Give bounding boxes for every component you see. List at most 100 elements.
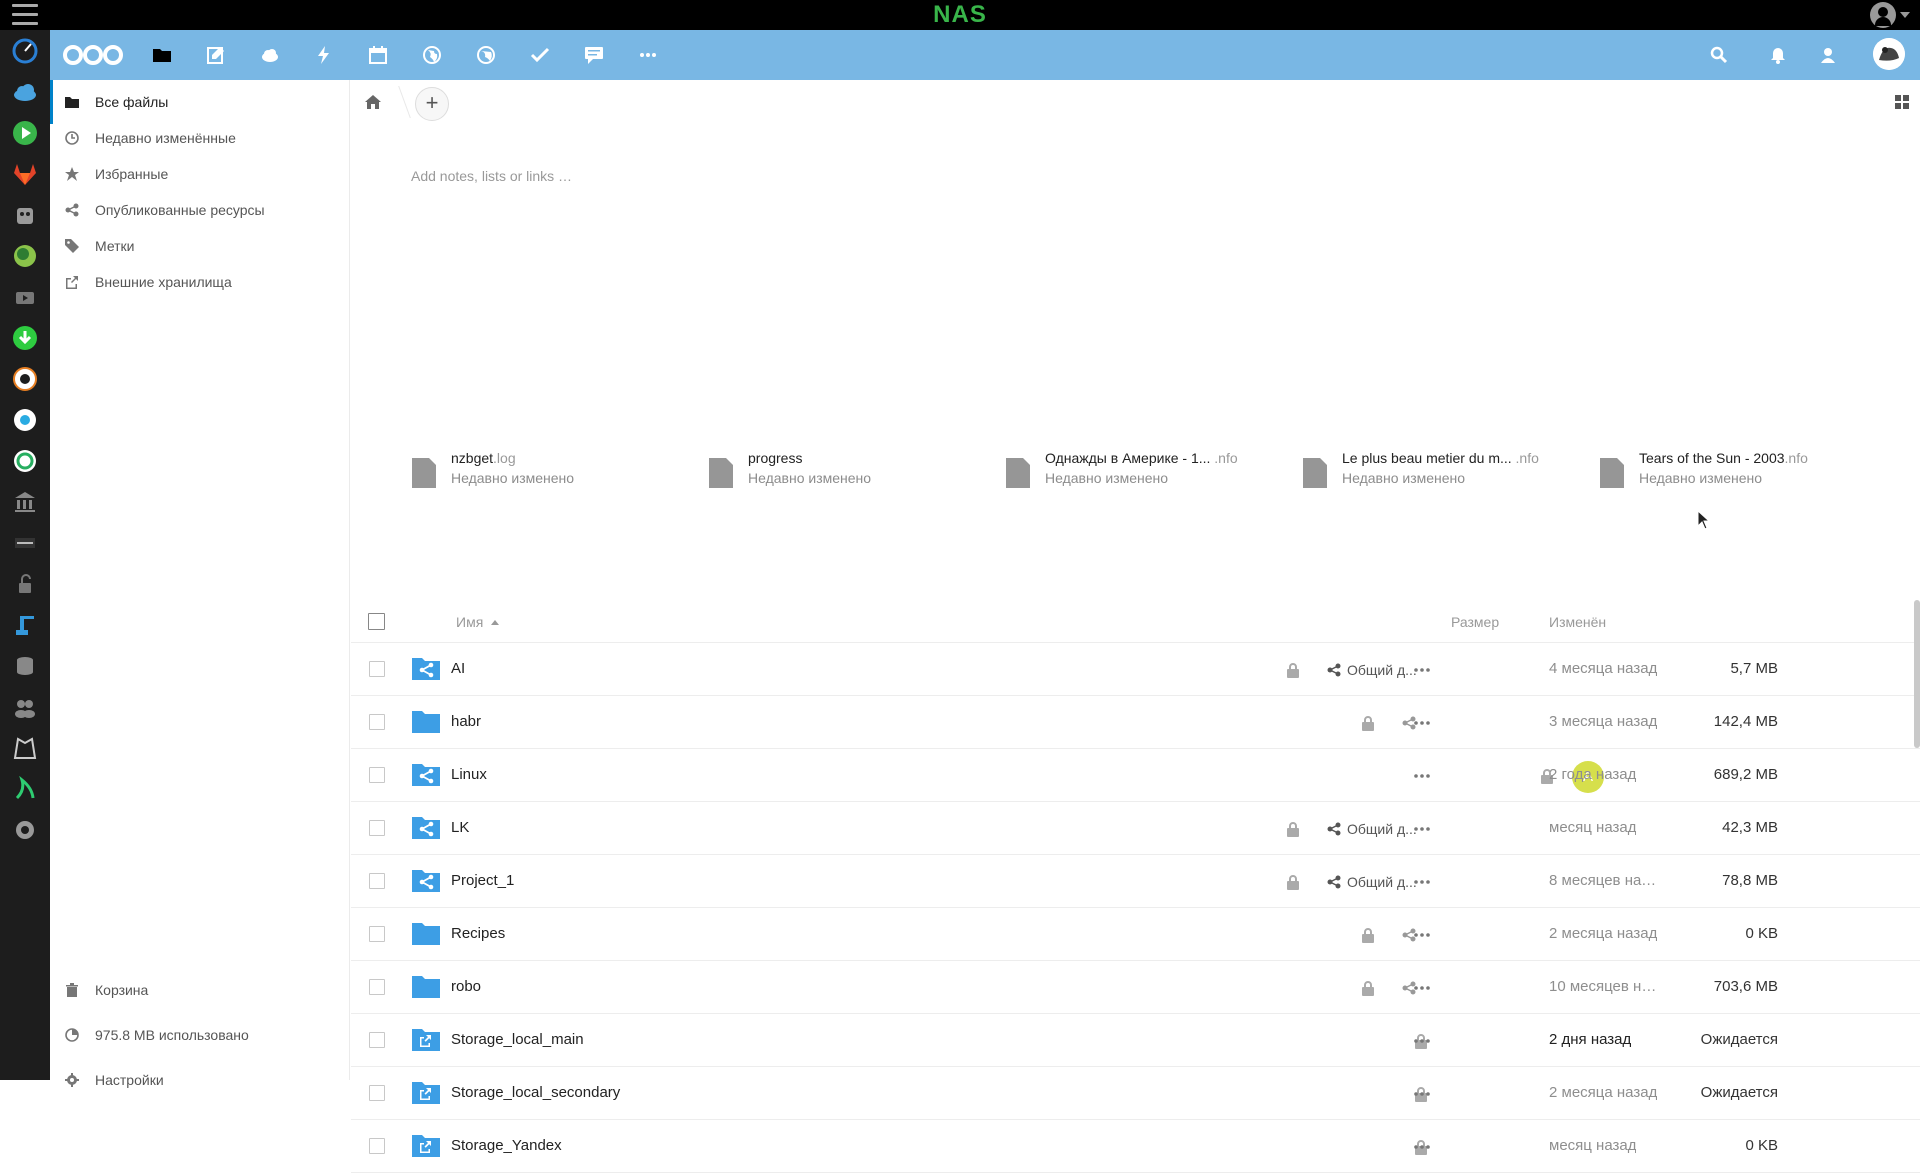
globe-alt-icon[interactable] [474, 43, 498, 67]
scrollbar[interactable] [1914, 600, 1920, 748]
more-actions-icon[interactable] [1412, 925, 1432, 945]
more-actions-icon[interactable] [1412, 660, 1432, 680]
file-name[interactable]: Linux [451, 766, 487, 783]
row-checkbox[interactable] [369, 767, 385, 783]
table-row[interactable]: Project_1 Общий д... 78,8 MB 8 месяцев наза… [351, 855, 1920, 908]
lazy-icon[interactable] [12, 530, 38, 556]
more-apps-icon[interactable] [636, 43, 660, 67]
select-all-checkbox[interactable] [368, 613, 385, 630]
more-actions-icon[interactable] [1412, 819, 1432, 839]
file-name[interactable]: AI [451, 660, 465, 677]
sync-icon[interactable] [12, 448, 38, 474]
column-size[interactable]: Размер [1451, 614, 1499, 630]
more-actions-icon[interactable] [1412, 978, 1432, 998]
recent-file[interactable]: Однажды в Америке - 1... .nfo Недавно из… [1006, 448, 1296, 492]
calendar-icon[interactable] [366, 43, 390, 67]
row-checkbox[interactable] [369, 714, 385, 730]
file-name[interactable]: LK [451, 819, 469, 836]
notes-icon[interactable] [204, 43, 228, 67]
recent-file-status: Недавно изменено [1045, 470, 1169, 486]
chat-icon[interactable] [582, 43, 606, 67]
file-name[interactable]: Storage_Yandex [451, 1137, 562, 1154]
row-checkbox[interactable] [369, 820, 385, 836]
table-row[interactable]: LK Общий д... 42,3 MB месяц назад [351, 802, 1920, 855]
file-name[interactable]: Project_1 [451, 872, 514, 889]
row-checkbox[interactable] [369, 1138, 385, 1154]
new-button[interactable]: + [415, 87, 449, 121]
share-button[interactable]: Общий д... [1327, 660, 1417, 680]
more-actions-icon[interactable] [1412, 1084, 1432, 1104]
settings-icon[interactable] [12, 817, 38, 843]
more-actions-icon[interactable] [1412, 1031, 1432, 1051]
search-icon[interactable] [1707, 43, 1731, 67]
file-name[interactable]: Recipes [451, 925, 505, 942]
nav-external-storage[interactable]: Внешние хранилища [50, 260, 349, 304]
more-actions-icon[interactable] [1412, 766, 1432, 786]
table-row[interactable]: Storage_Yandex 0 KB месяц назад [351, 1120, 1920, 1173]
user-menu[interactable] [1870, 2, 1910, 28]
nav-settings[interactable]: Настройки [50, 1058, 349, 1102]
more-actions-icon[interactable] [1412, 1137, 1432, 1157]
recent-file[interactable]: Tears of the Sun - 2003.nfo Недавно изме… [1600, 448, 1890, 492]
avatar[interactable] [1873, 38, 1905, 70]
bell-icon[interactable] [1766, 43, 1790, 67]
more-actions-icon[interactable] [1412, 713, 1432, 733]
table-row[interactable]: robo 703,6 MB 10 месяцев наз... [351, 961, 1920, 1014]
globe-icon[interactable] [12, 243, 38, 269]
row-checkbox[interactable] [369, 1032, 385, 1048]
top-bar: NAS [0, 0, 1920, 30]
file-name[interactable]: Storage_local_main [451, 1031, 584, 1048]
crane-icon[interactable] [12, 612, 38, 638]
row-checkbox[interactable] [369, 661, 385, 677]
users-icon[interactable] [12, 694, 38, 720]
gauge-icon[interactable] [12, 38, 38, 64]
gitlab-icon[interactable] [12, 161, 38, 187]
contacts-icon[interactable] [1816, 43, 1840, 67]
table-row[interactable]: Linux A 689,2 MB 2 года назад [351, 749, 1920, 802]
unlock-icon[interactable] [12, 571, 38, 597]
table-row[interactable]: AI Общий д... 5,7 MB 4 месяца назад [351, 643, 1920, 696]
file-name[interactable]: robo [451, 978, 481, 995]
youtube-icon[interactable] [12, 284, 38, 310]
grid-view-icon[interactable] [1894, 94, 1910, 110]
file-name[interactable]: habr [451, 713, 481, 730]
home-icon[interactable] [363, 92, 383, 112]
globe-icon[interactable] [420, 43, 444, 67]
table-row[interactable]: Recipes 0 KB 2 месяца назад [351, 908, 1920, 961]
database-icon[interactable] [12, 653, 38, 679]
lifebuoy-icon[interactable] [12, 366, 38, 392]
lifebuoy-blue-icon[interactable] [12, 407, 38, 433]
column-name[interactable]: Имя [456, 614, 499, 630]
nextcloud-logo[interactable] [63, 42, 123, 68]
column-modified[interactable]: Изменён [1549, 614, 1606, 630]
recent-file[interactable]: nzbget.log Недавно изменено [412, 448, 702, 492]
cloud-icon[interactable] [258, 43, 282, 67]
rich-workspace-input[interactable]: Add notes, lists or links … [411, 168, 1311, 192]
file-modified: 4 месяца назад [1549, 660, 1658, 677]
cloud-icon[interactable] [12, 79, 38, 105]
bank-icon[interactable] [12, 489, 38, 515]
file-name[interactable]: Storage_local_secondary [451, 1084, 620, 1101]
lock-icon [1286, 821, 1300, 837]
activity-icon[interactable] [312, 43, 336, 67]
play-icon[interactable] [12, 120, 38, 146]
table-row[interactable]: habr 142,4 MB 3 месяца назад [351, 696, 1920, 749]
share-button[interactable]: Общий д... [1327, 872, 1417, 892]
recent-file[interactable]: progress Недавно изменено [709, 448, 999, 492]
nav-trash[interactable]: Корзина [50, 968, 349, 1012]
table-row[interactable]: Storage_local_secondary Ожидается 2 месяца… [351, 1067, 1920, 1120]
row-checkbox[interactable] [369, 873, 385, 889]
lizard-icon[interactable] [12, 775, 38, 802]
files-icon[interactable] [150, 43, 174, 67]
row-checkbox[interactable] [369, 926, 385, 942]
recent-file[interactable]: Le plus beau metier du m... .nfo Недавно… [1303, 448, 1593, 492]
robot-icon[interactable] [12, 202, 38, 228]
jacket-icon[interactable] [12, 735, 38, 761]
table-row[interactable]: Storage_local_main Ожидается 2 дня назад [351, 1014, 1920, 1067]
row-checkbox[interactable] [369, 1085, 385, 1101]
more-actions-icon[interactable] [1412, 872, 1432, 892]
download-icon[interactable] [12, 325, 38, 351]
row-checkbox[interactable] [369, 979, 385, 995]
share-button[interactable]: Общий д... [1327, 819, 1417, 839]
tasks-icon[interactable] [528, 43, 552, 67]
